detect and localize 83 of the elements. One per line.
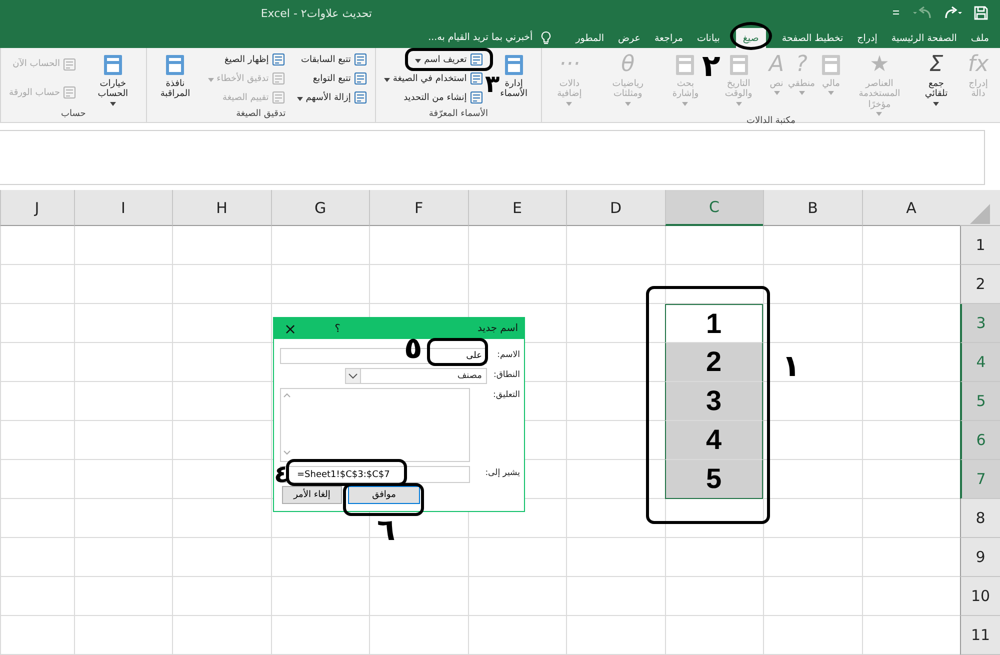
comment-field[interactable] <box>280 388 470 462</box>
column-header[interactable]: A <box>862 190 960 226</box>
group-label: مكتبة الدالات <box>746 116 796 126</box>
field-label: الاسم: <box>496 349 520 360</box>
scope-dropdown[interactable]: مصنف <box>345 368 487 384</box>
lightbulb-icon <box>540 31 551 45</box>
triangle-icon <box>969 203 991 225</box>
list-icon <box>354 91 367 104</box>
list-icon <box>272 72 285 85</box>
ribbon-tab[interactable]: صيغ <box>736 28 766 48</box>
ribbon-button[interactable]: تعريف اسم <box>413 53 485 66</box>
table-cell: 5 <box>664 460 763 499</box>
column-header[interactable]: J <box>0 190 74 226</box>
help-button[interactable]: ؟ <box>330 322 344 335</box>
row-header[interactable]: 10 <box>960 577 1000 616</box>
ribbon-tab[interactable]: تخطيط الصفحة <box>774 28 850 48</box>
ribbon-button[interactable]: خيارات الحساب <box>83 48 143 106</box>
annotation-number: ٣ <box>485 72 500 96</box>
column-header[interactable]: H <box>172 190 270 226</box>
list-icon <box>63 58 76 71</box>
ribbon-button[interactable]: تتبع التوابع <box>310 72 369 85</box>
row-header[interactable]: 4 <box>960 343 1000 382</box>
row-header[interactable]: 5 <box>960 382 1000 421</box>
column-header[interactable]: E <box>468 190 566 226</box>
ribbon-button[interactable]: تتبع السابقات <box>299 53 369 66</box>
save-icon[interactable] <box>974 6 988 20</box>
field-label: النطاق: <box>492 369 520 380</box>
list-icon <box>272 91 285 104</box>
row-header[interactable]: 3 <box>960 304 1000 343</box>
redo-icon[interactable] <box>944 6 962 20</box>
column-header[interactable]: G <box>270 190 369 226</box>
ribbon-button[interactable]: استخدام في الصيغة <box>382 72 485 85</box>
annotation-number: ٢ <box>702 52 720 82</box>
undo-icon <box>912 6 932 20</box>
column-header[interactable]: F <box>369 190 468 226</box>
chevron-icon <box>346 369 361 383</box>
list-icon <box>354 72 367 85</box>
list-icon <box>272 53 285 66</box>
annotation-number: ١ <box>782 352 800 382</box>
ribbon-tab[interactable]: عرض <box>611 28 648 48</box>
field-label: يشير إلى: <box>487 467 520 478</box>
column-header[interactable]: B <box>763 190 862 226</box>
tell-me-box[interactable]: أخبرني بما تريد القيام به... <box>424 28 537 48</box>
ribbon-tab[interactable]: المطور <box>568 28 612 48</box>
window-title: تحديث علاوات٢ - Excel <box>260 6 372 20</box>
list-icon <box>470 72 483 85</box>
dialog-title: اسم جديد <box>478 323 518 334</box>
ribbon-tab[interactable]: بيانات <box>690 28 727 48</box>
table-cell: 3 <box>664 382 763 421</box>
column-header[interactable]: D <box>566 190 664 226</box>
list-icon <box>63 86 76 100</box>
ribbon-tab[interactable]: ملف <box>964 28 996 48</box>
close-button[interactable]: × <box>280 320 301 338</box>
ribbon-tab[interactable]: إدراج <box>850 28 884 48</box>
row-header[interactable]: 7 <box>960 460 1000 499</box>
ribbon-tab[interactable]: الصفحة الرئيسية <box>884 28 964 48</box>
list-icon <box>470 91 483 104</box>
row-header[interactable]: 2 <box>960 265 1000 304</box>
ribbon-button[interactable]: نافذة المراقبة <box>150 48 201 100</box>
table-cell: 2 <box>664 343 763 382</box>
dialog-button[interactable]: موافق <box>348 486 420 504</box>
list-icon <box>354 53 367 66</box>
column-header[interactable]: I <box>74 190 172 226</box>
ribbon-button[interactable]: إظهار الصيغ <box>222 53 287 66</box>
row-header[interactable]: 6 <box>960 421 1000 460</box>
group-label: تدقيق الصيغة <box>235 109 287 121</box>
ribbon-button[interactable]: إنشاء من التحديد <box>402 91 485 104</box>
row-header[interactable]: 1 <box>960 226 1000 265</box>
group-label: حساب <box>60 109 87 121</box>
dialog-button[interactable]: إلغاء الأمر <box>282 486 342 504</box>
row-header[interactable]: 8 <box>960 499 1000 538</box>
annotation-frame <box>427 338 488 366</box>
ribbon-button[interactable]: إزالة الأسهم <box>294 91 369 104</box>
field-label: التعليق: <box>492 389 520 400</box>
row-header[interactable]: 9 <box>960 538 1000 577</box>
group-label: الأسماء المعرّفة <box>428 109 489 121</box>
ribbon-tab[interactable]: مراجعة <box>647 28 690 48</box>
row-header[interactable]: 11 <box>960 616 1000 655</box>
table-cell: 1 <box>664 304 763 343</box>
list-icon <box>470 53 483 66</box>
table-cell: 4 <box>664 421 763 460</box>
column-header[interactable]: C <box>664 190 763 226</box>
annotation-number: ٦ <box>377 516 396 546</box>
